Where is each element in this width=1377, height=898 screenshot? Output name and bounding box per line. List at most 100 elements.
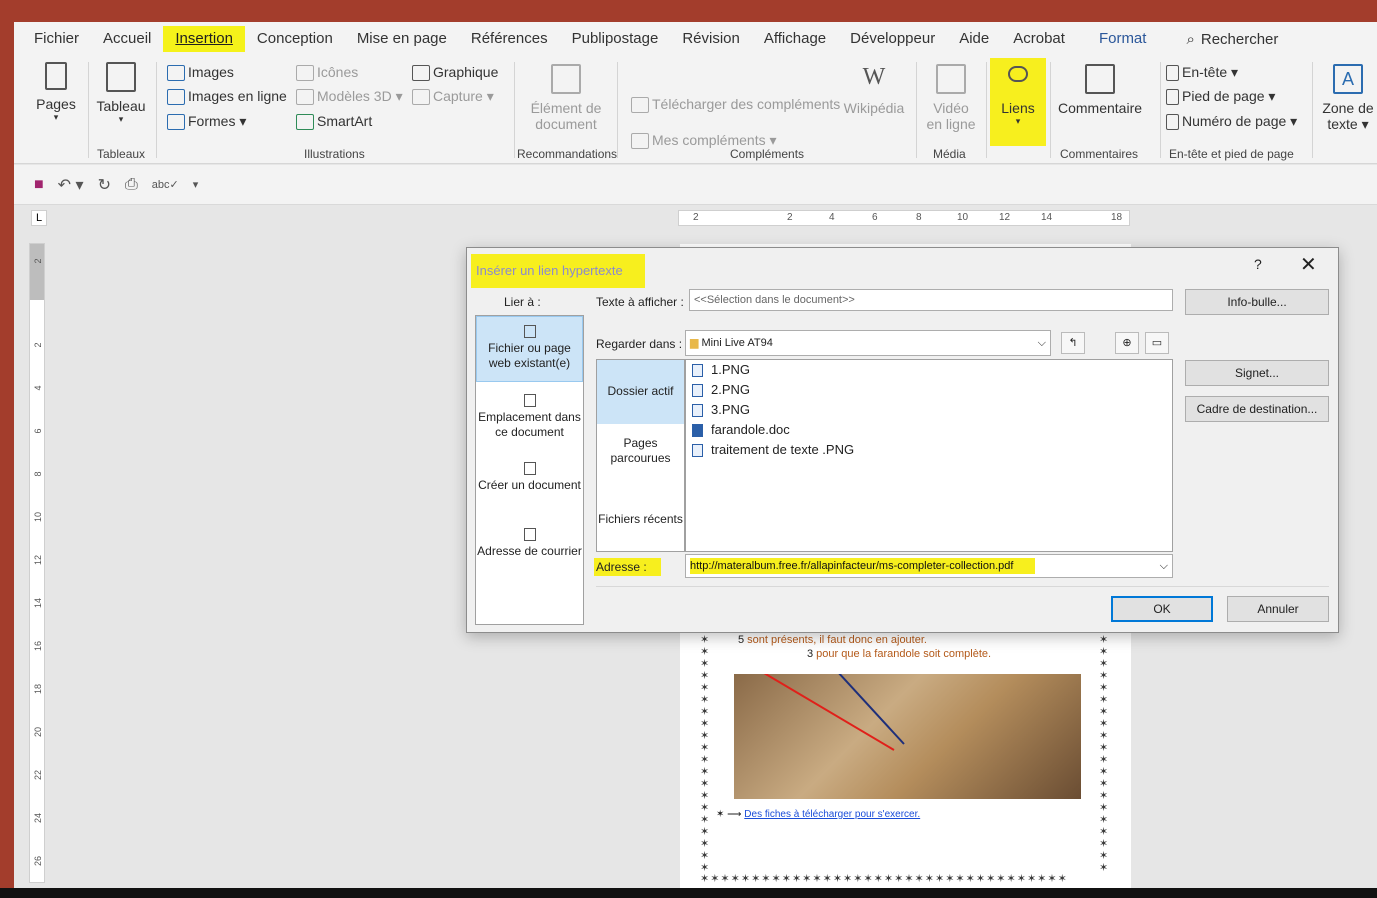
tab-fichiers-recents[interactable]: Fichiers récents xyxy=(597,512,684,532)
spelling-icon[interactable]: abc✓ xyxy=(152,178,179,191)
group-label-complements: Compléments xyxy=(730,147,805,161)
document-place-icon xyxy=(523,394,536,407)
list-item[interactable]: farandole.doc xyxy=(692,422,790,438)
regarder-select[interactable]: ▆ Mini Live AT94 ⌵ xyxy=(685,330,1051,356)
page-border-bottom: ✶✶✶✶✶✶✶✶✶✶✶✶✶✶✶✶✶✶✶✶✶✶✶✶✶✶✶✶✶✶✶✶✶✶✶✶ xyxy=(700,873,1068,885)
document-line-1: 5 sont présents, il faut donc en ajouter… xyxy=(738,634,927,646)
link-type-place-in-document[interactable]: Emplacement dans ce document xyxy=(476,390,583,452)
page-border-right: ✶ ✶ ✶ ✶ ✶ ✶ ✶ ✶ ✶ ✶ ✶ ✶ ✶ ✶ ✶ ✶ ✶ ✶ ✶ ✶ xyxy=(1099,634,1109,874)
tab-references[interactable]: Références xyxy=(459,26,560,52)
link-type-existing-file[interactable]: Fichier ou page web existant(e) xyxy=(476,316,583,382)
tab-aide[interactable]: Aide xyxy=(947,26,1001,52)
tab-format[interactable]: Format xyxy=(1087,26,1159,52)
link-type-panel: Fichier ou page web existant(e) Emplacem… xyxy=(475,315,584,625)
images-button[interactable]: Images xyxy=(167,64,234,82)
separator xyxy=(1160,62,1161,158)
footer-icon xyxy=(1166,89,1179,106)
ruler-tick: 2 xyxy=(693,212,699,223)
vertical-ruler[interactable]: 2 2 4 6 8 10 12 14 16 18 20 22 24 26 xyxy=(29,243,45,883)
table-icon xyxy=(106,62,136,92)
pied-de-page-label: Pied de page ▾ xyxy=(1182,88,1276,104)
tab-mise-en-page[interactable]: Mise en page xyxy=(345,26,459,52)
smartart-button[interactable]: SmartArt xyxy=(296,113,372,131)
ruler-tick: 4 xyxy=(829,212,835,223)
adresse-value: http://materalbum.free.fr/allapinfacteur… xyxy=(690,558,1036,574)
texte-input[interactable]: <<Sélection dans le document>> xyxy=(689,289,1173,311)
wikipedia-button[interactable]: W Wikipédia xyxy=(842,64,906,116)
line-1-text: sont présents, il faut donc en ajouter. xyxy=(744,634,927,646)
tab-affichage[interactable]: Affichage xyxy=(752,26,838,52)
separator xyxy=(1050,62,1051,158)
list-item[interactable]: 3.PNG xyxy=(692,402,750,418)
capture-button[interactable]: Capture ▾ xyxy=(412,88,494,106)
commentaire-button[interactable]: Commentaire xyxy=(1058,64,1142,116)
formes-button[interactable]: Formes ▾ xyxy=(167,113,246,131)
numero-de-page-button[interactable]: Numéro de page ▾ xyxy=(1166,113,1297,131)
ruler-tick: 20 xyxy=(33,727,43,738)
help-button[interactable]: ? xyxy=(1254,256,1262,272)
link-type-label: Fichier ou page web existant(e) xyxy=(488,341,571,370)
link-type-label: Emplacement dans ce document xyxy=(478,410,581,439)
folder-up-icon[interactable]: ↰ xyxy=(1061,332,1085,354)
list-item[interactable]: traitement de texte .PNG xyxy=(692,442,854,458)
tab-developpeur[interactable]: Développeur xyxy=(838,26,947,52)
undo-icon[interactable]: ↶ ▾ xyxy=(58,175,84,195)
tab-fichier[interactable]: Fichier xyxy=(14,26,91,52)
file-name: 2.PNG xyxy=(711,382,751,397)
tab-insertion[interactable]: Insertion xyxy=(163,26,245,52)
tableau-button[interactable]: Tableau ▾ xyxy=(94,62,148,125)
horizontal-ruler[interactable]: 2 2 4 6 8 10 12 14 18 xyxy=(678,210,1130,226)
ok-button[interactable]: OK xyxy=(1111,596,1213,622)
tab-selector[interactable]: L xyxy=(31,210,47,226)
save-icon[interactable]: ■ xyxy=(34,176,44,194)
close-button[interactable]: ✕ xyxy=(1300,252,1317,277)
tab-accueil[interactable]: Accueil xyxy=(91,26,163,52)
element-document-button[interactable]: Élément de document xyxy=(524,64,608,132)
browse-web-icon[interactable]: ⊕ xyxy=(1115,332,1139,354)
info-bulle-button[interactable]: Info-bulle... xyxy=(1185,289,1329,315)
link-type-new-document[interactable]: Créer un document xyxy=(476,458,583,520)
pages-button[interactable]: Pages ▾ xyxy=(34,62,78,123)
tab-conception[interactable]: Conception xyxy=(245,26,345,52)
zone-de-texte-button[interactable]: A Zone de texte ▾ xyxy=(1320,64,1376,133)
list-item[interactable]: 2.PNG xyxy=(692,382,751,398)
chevron-down-icon[interactable]: ⌵ xyxy=(1038,331,1046,355)
customize-toolbar-icon[interactable]: ▾ xyxy=(193,178,199,191)
telecharger-complements-button[interactable]: Télécharger des compléments xyxy=(631,96,840,114)
video-button[interactable]: Vidéo en ligne xyxy=(922,64,980,132)
liens-button[interactable]: Liens ▾ xyxy=(992,66,1044,127)
link-type-email[interactable]: Adresse de courrier xyxy=(476,524,583,586)
tab-dossier-actif[interactable]: Dossier actif xyxy=(597,360,684,424)
link-type-label: Créer un document xyxy=(478,478,581,492)
tab-publipostage[interactable]: Publipostage xyxy=(560,26,671,52)
separator xyxy=(156,62,157,158)
ribbon-tabs: Fichier Accueil Insertion Conception Mis… xyxy=(14,22,1377,56)
signet-button[interactable]: Signet... xyxy=(1185,360,1329,386)
en-tete-button[interactable]: En-tête ▾ xyxy=(1166,64,1238,82)
document-hyperlink[interactable]: Des fiches à télécharger pour s'exercer. xyxy=(744,809,920,820)
tab-revision[interactable]: Révision xyxy=(670,26,752,52)
images-en-ligne-button[interactable]: Images en ligne xyxy=(167,88,287,106)
tab-acrobat[interactable]: Acrobat xyxy=(1001,26,1077,52)
tab-pages-parcourues[interactable]: Pages parcourues xyxy=(597,436,684,476)
zone-label-1: Zone de xyxy=(1322,100,1374,116)
classroom-photo[interactable] xyxy=(734,645,1081,799)
annuler-button[interactable]: Annuler xyxy=(1227,596,1329,622)
group-label-illustrations: Illustrations xyxy=(304,147,365,161)
file-list: 1.PNG 2.PNG 3.PNG farandole.doc traiteme… xyxy=(685,359,1173,552)
list-item[interactable]: 1.PNG xyxy=(692,362,750,378)
graphique-button[interactable]: Graphique xyxy=(412,64,498,82)
search-box[interactable]: ⌕ Rechercher xyxy=(1186,31,1278,48)
link-type-label: Adresse de courrier xyxy=(477,544,582,558)
pied-de-page-button[interactable]: Pied de page ▾ xyxy=(1166,88,1276,106)
modeles-3d-button[interactable]: Modèles 3D ▾ xyxy=(296,88,403,106)
chevron-down-icon[interactable]: ⌵ xyxy=(1160,555,1168,577)
print-preview-icon[interactable]: ⎙ xyxy=(125,176,138,194)
browse-file-icon[interactable]: ▭ xyxy=(1145,332,1169,354)
search-icon: ⌕ xyxy=(1186,30,1195,48)
smartart-icon xyxy=(296,114,314,131)
redo-icon[interactable]: ↻ xyxy=(98,175,111,195)
adresse-input[interactable]: http://materalbum.free.fr/allapinfacteur… xyxy=(685,554,1173,578)
icones-button[interactable]: Icônes xyxy=(296,64,358,82)
cadre-destination-button[interactable]: Cadre de destination... xyxy=(1185,396,1329,422)
